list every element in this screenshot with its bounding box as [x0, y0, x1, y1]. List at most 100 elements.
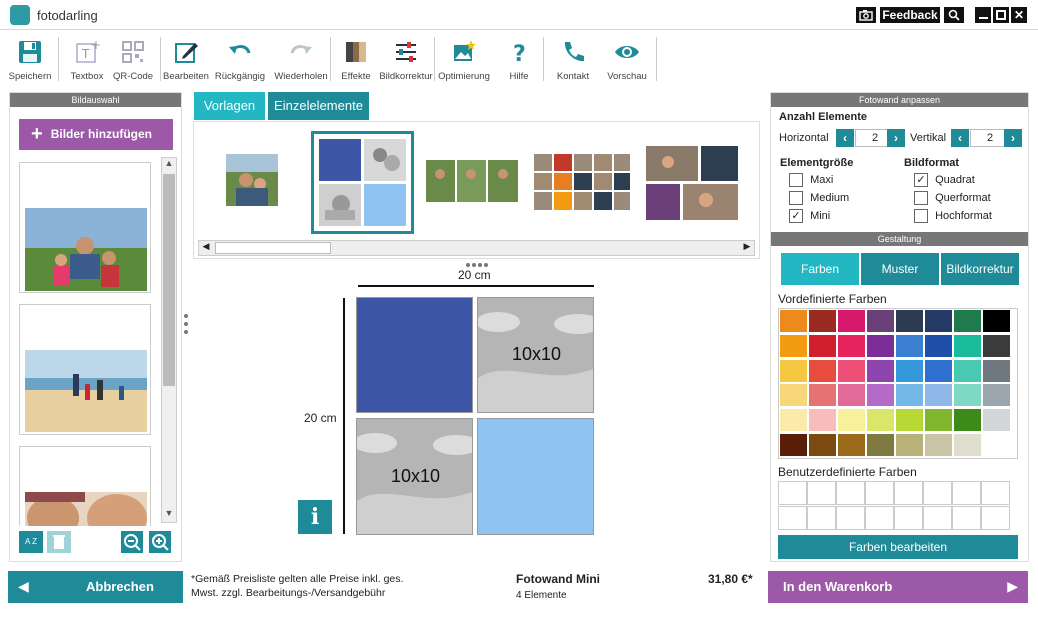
color-swatch[interactable] [953, 358, 982, 383]
custom-color-slot[interactable] [981, 506, 1010, 530]
size-option-maxi[interactable]: Maxi [789, 173, 833, 187]
contact-button[interactable]: Kontakt [550, 35, 596, 87]
custom-color-slot[interactable] [981, 481, 1010, 505]
tile-bottom-left[interactable]: 10x10 [356, 418, 473, 535]
preview-button[interactable]: Vorschau [604, 35, 650, 87]
color-swatch[interactable] [982, 309, 1011, 333]
horizontal-decrease-button[interactable]: ‹ [836, 129, 854, 147]
custom-color-slot[interactable] [778, 481, 807, 505]
color-swatch[interactable] [779, 408, 808, 433]
panel-resize-handle[interactable] [184, 314, 188, 342]
vertical-decrease-button[interactable]: ‹ [951, 129, 969, 147]
thumbnail-scrollbar[interactable]: ▲ ▼ [161, 157, 177, 523]
custom-color-slot[interactable] [923, 481, 952, 505]
color-swatch[interactable] [779, 333, 808, 358]
color-swatch[interactable] [808, 333, 837, 358]
color-swatch[interactable] [895, 408, 924, 433]
color-swatch[interactable] [808, 309, 837, 333]
color-swatch[interactable] [866, 408, 895, 433]
format-option-hochformat[interactable]: Hochformat [914, 209, 992, 223]
color-swatch[interactable] [895, 333, 924, 358]
close-button[interactable]: ✕ [1011, 7, 1027, 23]
color-swatch[interactable] [953, 383, 982, 408]
scroll-right-icon[interactable]: ▶ [740, 241, 754, 255]
color-swatch[interactable] [866, 383, 895, 408]
custom-color-slot[interactable] [865, 506, 894, 530]
tab-einzelelemente[interactable]: Einzelelemente [268, 92, 369, 120]
tab-bildkorrektur[interactable]: Bildkorrektur [941, 253, 1019, 285]
custom-color-slot[interactable] [923, 506, 952, 530]
color-swatch[interactable] [895, 433, 924, 458]
scroll-down-icon[interactable]: ▼ [162, 508, 176, 522]
color-swatch[interactable] [953, 408, 982, 433]
color-swatch[interactable] [924, 408, 953, 433]
color-swatch[interactable] [982, 383, 1011, 408]
delete-button[interactable] [47, 531, 71, 553]
image-thumbnail[interactable] [19, 446, 151, 526]
add-to-cart-button[interactable]: In den Warenkorb ▶ [768, 571, 1028, 603]
color-swatch[interactable] [779, 383, 808, 408]
checkbox-checked[interactable]: ✓ [789, 209, 803, 223]
color-swatch[interactable] [779, 309, 808, 333]
color-swatch[interactable] [837, 358, 866, 383]
custom-color-slot[interactable] [952, 481, 981, 505]
search-icon[interactable] [944, 7, 964, 23]
checkbox[interactable] [914, 209, 928, 223]
checkbox[interactable] [914, 191, 928, 205]
color-swatch[interactable] [924, 383, 953, 408]
format-option-quadrat[interactable]: ✓ Quadrat [914, 173, 975, 187]
tile-top-right[interactable]: 10x10 [477, 297, 594, 413]
checkbox-checked[interactable]: ✓ [914, 173, 928, 187]
tab-farben[interactable]: Farben [781, 253, 859, 285]
tile-bottom-right[interactable] [477, 418, 594, 535]
info-button[interactable]: i [298, 500, 332, 534]
color-swatch[interactable] [953, 333, 982, 358]
color-swatch[interactable] [982, 408, 1011, 433]
minimize-button[interactable] [975, 7, 991, 23]
color-swatch[interactable] [895, 309, 924, 333]
color-swatch[interactable] [953, 309, 982, 333]
image-correction-button[interactable]: Bildkorrektur [378, 35, 434, 87]
color-swatch[interactable] [808, 433, 837, 458]
color-swatch[interactable] [808, 408, 837, 433]
sort-az-button[interactable]: A Z [19, 531, 43, 553]
color-swatch[interactable] [837, 408, 866, 433]
color-swatch[interactable] [895, 383, 924, 408]
color-swatch[interactable] [982, 433, 1011, 458]
zoom-in-button[interactable] [149, 531, 171, 553]
scroll-left-icon[interactable]: ◀ [199, 241, 213, 255]
template-single[interactable] [226, 154, 278, 206]
color-swatch[interactable] [953, 433, 982, 458]
optimization-button[interactable]: Optimierung [437, 35, 491, 87]
color-swatch[interactable] [924, 309, 953, 333]
feedback-button[interactable]: Feedback [880, 7, 940, 23]
template-row-3[interactable] [426, 160, 518, 202]
format-option-querformat[interactable]: Querformat [914, 191, 991, 205]
textbox-button[interactable]: T + Textbox [66, 35, 108, 87]
zoom-out-button[interactable] [121, 531, 143, 553]
cancel-button[interactable]: ◀ Abbrechen [8, 571, 183, 603]
template-collage[interactable] [646, 146, 738, 220]
edit-colors-button[interactable]: Farben bearbeiten [778, 535, 1018, 559]
custom-color-slot[interactable] [952, 506, 981, 530]
custom-color-slot[interactable] [836, 506, 865, 530]
custom-color-slot[interactable] [807, 481, 836, 505]
custom-color-slot[interactable] [807, 506, 836, 530]
undo-button[interactable]: Rückgängig [213, 35, 267, 87]
vertical-increase-button[interactable]: › [1004, 129, 1022, 147]
color-swatch[interactable] [866, 358, 895, 383]
save-button[interactable]: Speichern [8, 35, 52, 87]
image-thumbnail[interactable] [19, 162, 151, 293]
color-swatch[interactable] [866, 333, 895, 358]
color-swatch[interactable] [924, 358, 953, 383]
template-grid-mixed[interactable] [534, 154, 630, 210]
custom-color-slot[interactable] [865, 481, 894, 505]
image-thumbnail[interactable] [19, 304, 151, 435]
color-swatch[interactable] [837, 309, 866, 333]
color-swatch[interactable] [808, 358, 837, 383]
color-swatch[interactable] [982, 333, 1011, 358]
add-images-button[interactable]: + Bilder hinzufügen [19, 119, 173, 150]
horizontal-increase-button[interactable]: › [887, 129, 905, 147]
color-swatch[interactable] [895, 358, 924, 383]
color-swatch[interactable] [924, 433, 953, 458]
